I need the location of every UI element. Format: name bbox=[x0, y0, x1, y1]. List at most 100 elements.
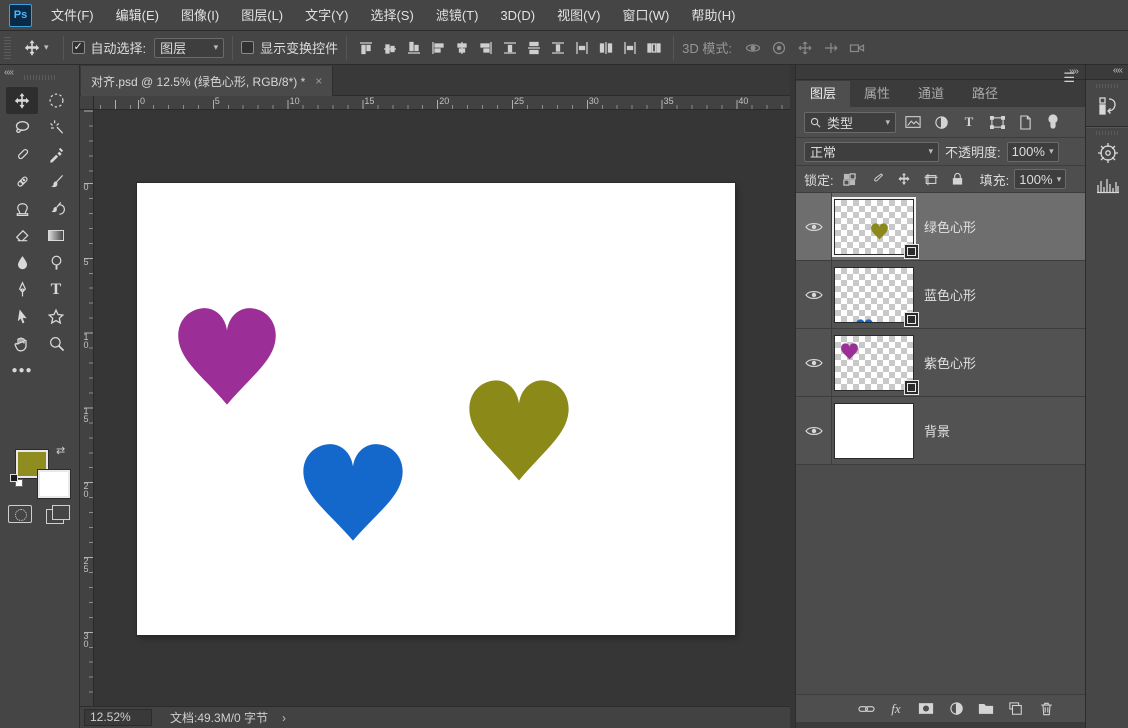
panel-tab-3[interactable]: 路径 bbox=[958, 81, 1012, 107]
default-colors-icon[interactable] bbox=[10, 474, 23, 487]
layer-row-3[interactable]: 背景 bbox=[796, 396, 1086, 465]
3d-roll-icon[interactable] bbox=[768, 37, 790, 59]
more-tools[interactable]: ●●● bbox=[6, 357, 38, 384]
zoom-level-field[interactable]: 12.52% bbox=[84, 709, 152, 726]
panel-menu-icon[interactable]: ☰ bbox=[1063, 70, 1075, 86]
lock-pixels-icon[interactable] bbox=[866, 169, 888, 189]
filter-type-dropdown[interactable]: 类型 ▾ bbox=[804, 111, 896, 133]
layer-name[interactable]: 蓝色心形 bbox=[924, 285, 976, 304]
layer-row-1[interactable]: 蓝色心形 bbox=[796, 260, 1086, 329]
expand-panels-icon[interactable]: «« bbox=[1086, 65, 1128, 80]
filter-pixel-layers-icon[interactable] bbox=[902, 112, 924, 132]
align-h-center-button[interactable] bbox=[451, 37, 473, 59]
dist-h-center-button[interactable] bbox=[595, 37, 617, 59]
new-layer-icon[interactable] bbox=[1006, 699, 1026, 719]
dist-right-button[interactable] bbox=[619, 37, 641, 59]
status-options-chevron[interactable]: › bbox=[282, 711, 286, 725]
layer-thumbnail[interactable] bbox=[834, 266, 919, 327]
3d-pan-icon[interactable] bbox=[794, 37, 816, 59]
menu-item-9[interactable]: 窗口(W) bbox=[611, 0, 680, 31]
canvas-viewport[interactable]: 0 5 10 15 20 25 30 35 40 0 5 10 15 20 25 30 bbox=[80, 96, 790, 706]
dodge-tool[interactable] bbox=[40, 249, 72, 276]
panel-tab-1[interactable]: 属性 bbox=[850, 81, 904, 107]
menu-item-1[interactable]: 编辑(E) bbox=[105, 0, 170, 31]
blur-tool[interactable] bbox=[6, 249, 38, 276]
magic-wand-tool[interactable] bbox=[40, 114, 72, 141]
lock-all-icon[interactable] bbox=[947, 169, 969, 189]
menu-item-7[interactable]: 3D(D) bbox=[489, 0, 546, 31]
menu-item-8[interactable]: 视图(V) bbox=[546, 0, 611, 31]
align-top-button[interactable] bbox=[355, 37, 377, 59]
menu-item-0[interactable]: 文件(F) bbox=[40, 0, 105, 31]
menu-item-3[interactable]: 图层(L) bbox=[230, 0, 294, 31]
dist-top-button[interactable] bbox=[499, 37, 521, 59]
visibility-eye-icon[interactable] bbox=[796, 396, 832, 465]
eyedropper-tool[interactable] bbox=[40, 141, 72, 168]
zoom-tool[interactable] bbox=[40, 330, 72, 357]
menu-item-2[interactable]: 图像(I) bbox=[170, 0, 230, 31]
purple-heart[interactable] bbox=[172, 300, 282, 408]
align-bottom-button[interactable] bbox=[403, 37, 425, 59]
canvas-document[interactable] bbox=[137, 183, 735, 635]
panel-tab-0[interactable]: 图层 bbox=[796, 81, 851, 107]
layer-thumbnail[interactable] bbox=[832, 196, 919, 259]
lock-transparency-icon[interactable] bbox=[839, 169, 861, 189]
filter-adjustment-layers-icon[interactable] bbox=[930, 112, 952, 132]
current-tool-button[interactable]: ▾ bbox=[17, 39, 55, 57]
histogram-panel-icon[interactable] bbox=[1086, 169, 1128, 201]
marquee-tool[interactable] bbox=[40, 87, 72, 114]
gradient-tool[interactable] bbox=[40, 222, 72, 249]
layer-name[interactable]: 紫色心形 bbox=[924, 353, 976, 372]
show-transform-checkbox[interactable] bbox=[241, 41, 255, 54]
layer-thumbnail[interactable] bbox=[834, 402, 914, 459]
options-grip[interactable] bbox=[4, 36, 11, 59]
filter-toggle-icon[interactable] bbox=[1042, 112, 1064, 132]
panel-tab-2[interactable]: 通道 bbox=[904, 81, 958, 107]
dist-spacing-button[interactable] bbox=[643, 37, 665, 59]
history-brush-tool[interactable] bbox=[40, 195, 72, 222]
auto-select-target-dropdown[interactable]: 图层 ▾ bbox=[154, 37, 225, 58]
visibility-eye-icon[interactable] bbox=[796, 328, 832, 397]
layer-name[interactable]: 背景 bbox=[924, 421, 950, 440]
menu-item-5[interactable]: 选择(S) bbox=[359, 0, 424, 31]
opacity-field[interactable]: 100% ▾ bbox=[1006, 141, 1059, 162]
quick-mask-button[interactable] bbox=[8, 505, 32, 523]
brush-tool[interactable] bbox=[40, 168, 72, 195]
background-color-swatch[interactable] bbox=[37, 469, 71, 499]
hand-tool[interactable] bbox=[6, 330, 38, 357]
new-group-icon[interactable] bbox=[976, 699, 996, 719]
3d-slide-icon[interactable] bbox=[820, 37, 842, 59]
lasso-tool[interactable] bbox=[6, 114, 38, 141]
align-v-center-button[interactable] bbox=[379, 37, 401, 59]
layer-row-0[interactable]: 绿色心形 bbox=[796, 192, 1086, 261]
strip-grip[interactable] bbox=[1096, 84, 1118, 88]
dist-left-button[interactable] bbox=[571, 37, 593, 59]
blend-mode-dropdown[interactable]: 正常 ▾ bbox=[804, 141, 939, 162]
document-tab[interactable]: 对齐.psd @ 12.5% (绿色心形, RGB/8*) * × bbox=[81, 66, 334, 96]
layer-name[interactable]: 绿色心形 bbox=[924, 217, 976, 236]
3d-zoom-icon[interactable] bbox=[846, 37, 868, 59]
align-left-button[interactable] bbox=[427, 37, 449, 59]
path-select-tool[interactable] bbox=[6, 303, 38, 330]
healing-brush-tool[interactable] bbox=[6, 168, 38, 195]
crop-tool[interactable] bbox=[6, 141, 38, 168]
layer-thumbnail[interactable] bbox=[834, 334, 919, 395]
dist-bottom-button[interactable] bbox=[547, 37, 569, 59]
3d-orbit-icon[interactable] bbox=[742, 37, 764, 59]
auto-select-checkbox[interactable] bbox=[71, 40, 85, 54]
collapse-toolbar-button[interactable]: «« bbox=[4, 67, 14, 78]
visibility-eye-icon[interactable] bbox=[796, 260, 832, 329]
link-layers-icon[interactable] bbox=[856, 699, 876, 719]
screen-mode-button[interactable] bbox=[46, 505, 70, 524]
layer-style-icon[interactable]: fx bbox=[886, 699, 906, 719]
shape-tool[interactable] bbox=[40, 303, 72, 330]
filter-shape-layers-icon[interactable] bbox=[986, 112, 1008, 132]
pen-tool[interactable] bbox=[6, 276, 38, 303]
blue-heart[interactable] bbox=[297, 436, 409, 544]
fill-field[interactable]: 100% ▾ bbox=[1014, 169, 1067, 189]
swap-colors-icon[interactable]: ⇄ bbox=[56, 444, 65, 457]
history-panel-icon[interactable] bbox=[1086, 90, 1128, 122]
lock-position-icon[interactable] bbox=[893, 169, 915, 189]
type-tool[interactable]: T bbox=[40, 276, 72, 303]
close-tab-icon[interactable]: × bbox=[315, 74, 322, 88]
